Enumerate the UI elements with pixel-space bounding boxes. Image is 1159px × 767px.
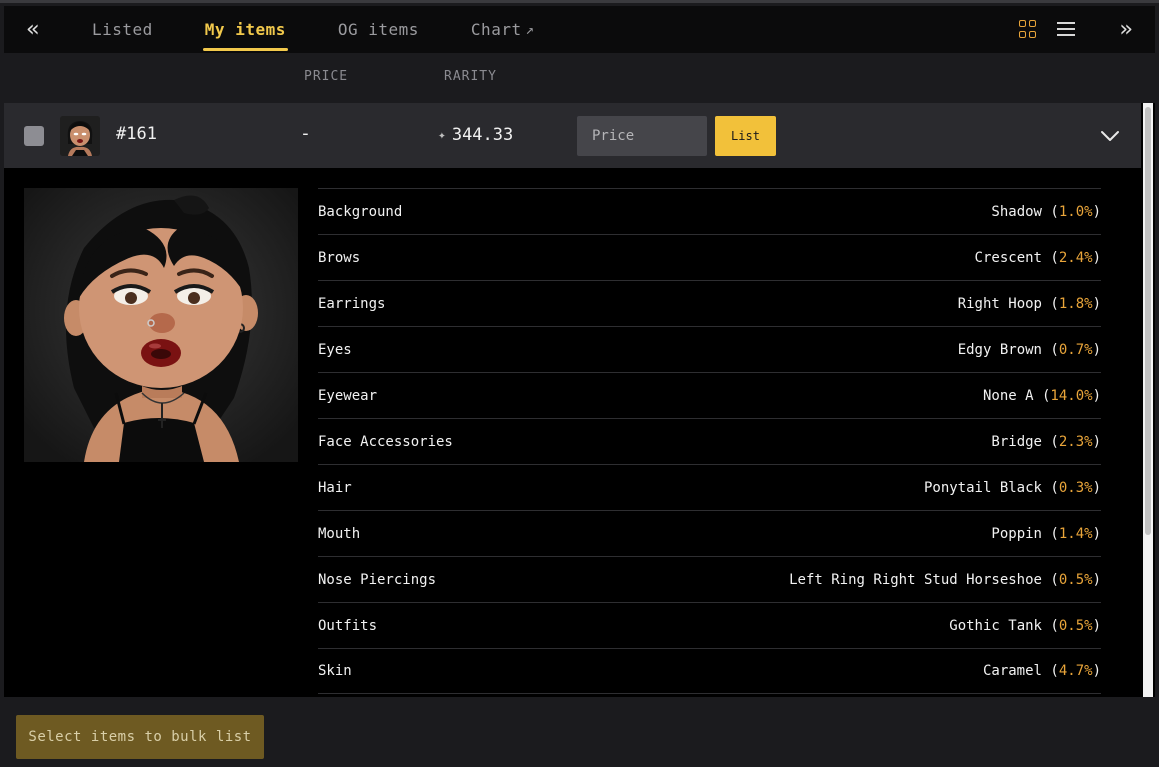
grid-view-icon[interactable] (1019, 20, 1037, 38)
trait-name: Skin (318, 663, 352, 679)
trait-name: Brows (318, 249, 361, 266)
trait-value: Shadow (1.0%) (991, 203, 1101, 220)
trait-percent: 0.5% (1058, 571, 1093, 588)
trait-row: Mouth Poppin (1.4%) (318, 510, 1101, 556)
trait-row: Skin Caramel (4.7%) (318, 648, 1101, 694)
trait-name: Nose Piercings (318, 571, 437, 588)
trait-row: Background Shadow (1.0%) (318, 188, 1101, 234)
chevron-down-icon[interactable] (1097, 123, 1123, 149)
price-input[interactable] (577, 116, 707, 156)
trait-name: Hair (318, 479, 352, 496)
collapse-panel-icon[interactable]: « (18, 6, 48, 53)
trait-name: Mouth (318, 525, 361, 542)
price-column-header[interactable]: PRICE (304, 69, 348, 84)
trait-row: Brows Crescent (2.4%) (318, 234, 1101, 280)
item-id: #161 (116, 124, 157, 144)
trait-name: Eyes (318, 341, 352, 358)
item-row[interactable]: #161 - ✦ 344.33 List (4, 103, 1141, 168)
trait-value: Crescent (2.4%) (974, 249, 1101, 266)
item-details: Background Shadow (1.0%) Brows Crescent (2… (4, 168, 1141, 697)
trait-value: Edgy Brown (0.7%) (957, 341, 1101, 358)
trait-row: Face Accessories Bridge (2.3%) (318, 418, 1101, 464)
trait-value-text: Crescent (974, 249, 1042, 266)
trait-row: Hair Ponytail Black (0.3%) (318, 464, 1101, 510)
tab-label: OG items (337, 20, 419, 39)
trait-row: Outfits Gothic Tank (0.5%) (318, 602, 1101, 648)
rarity-column-header[interactable]: RARITY (444, 69, 497, 84)
list-view-icon[interactable] (1057, 21, 1075, 37)
trait-percent: 2.4% (1058, 249, 1093, 266)
footer-bar: Select items to bulk list (0, 697, 1159, 767)
tab-og-items[interactable]: OG items (336, 6, 421, 53)
trait-percent: 1.0% (1058, 203, 1093, 220)
trait-value-text: Shadow (991, 203, 1042, 220)
trait-value: Bridge (2.3%) (991, 433, 1101, 450)
top-nav: « Listed My items OG items Chart ↗ » (4, 6, 1155, 53)
column-header: PRICE RARITY (4, 53, 1155, 103)
trait-percent: 14.0% (1050, 387, 1093, 404)
trait-value-text: Gothic Tank (949, 617, 1042, 634)
trait-name: Background (318, 203, 403, 220)
app-frame: « Listed My items OG items Chart ↗ » PRIC… (0, 0, 1159, 767)
item-thumbnail (60, 116, 100, 156)
external-link-icon: ↗ (525, 21, 535, 38)
trait-value-text: Edgy Brown (957, 341, 1042, 358)
trait-percent: 0.7% (1058, 341, 1093, 358)
tab-bar: Listed My items OG items Chart ↗ (90, 6, 585, 53)
trait-percent: 1.8% (1058, 295, 1093, 312)
trait-value-text: Poppin (991, 525, 1042, 542)
item-image (24, 188, 298, 462)
scrollbar-thumb[interactable] (1145, 107, 1151, 535)
trait-row: Eyewear None A (14.0%) (318, 372, 1101, 418)
trait-percent: 0.5% (1058, 617, 1093, 634)
trait-name: Face Accessories (318, 433, 453, 450)
tab-listed[interactable]: Listed (90, 6, 155, 53)
tab-label: My items (204, 20, 286, 39)
trait-value: None A (14.0%) (982, 387, 1101, 404)
trait-value-text: Caramel (982, 663, 1042, 679)
trait-value: Right Hoop (1.8%) (957, 295, 1101, 312)
trait-value: Ponytail Black (0.3%) (923, 479, 1101, 496)
expand-panel-icon[interactable]: » (1111, 6, 1141, 53)
trait-value-text: Ponytail Black (923, 479, 1042, 496)
trait-value: Poppin (1.4%) (991, 525, 1101, 542)
tab-label: Chart (470, 20, 522, 39)
trait-percent: 2.3% (1058, 433, 1093, 450)
bulk-list-button[interactable]: Select items to bulk list (16, 715, 264, 759)
trait-list: Background Shadow (1.0%) Brows Crescent (2… (318, 188, 1101, 694)
list-button[interactable]: List (715, 116, 776, 156)
trait-row: Eyes Edgy Brown (0.7%) (318, 326, 1101, 372)
trait-value-text: Bridge (991, 433, 1042, 450)
trait-percent: 4.7% (1058, 663, 1093, 679)
trait-percent: 1.4% (1058, 525, 1093, 542)
scrollbar[interactable] (1143, 103, 1153, 697)
trait-name: Outfits (318, 617, 378, 634)
trait-name: Eyewear (318, 387, 378, 404)
item-checkbox[interactable] (24, 126, 44, 146)
tab-my-items[interactable]: My items (202, 6, 288, 53)
trait-value: Gothic Tank (0.5%) (949, 617, 1101, 634)
tab-label: Listed (92, 20, 153, 39)
trait-name: Earrings (318, 295, 386, 312)
item-price: - (300, 123, 311, 144)
trait-row: Nose Piercings Left Ring Right Stud Horse… (318, 556, 1101, 602)
trait-value-text: Left Ring Right Stud Horseshoe (789, 571, 1042, 588)
trait-percent: 0.3% (1058, 479, 1093, 496)
tab-chart[interactable]: Chart ↗ (469, 6, 537, 53)
trait-value-text: Right Hoop (957, 295, 1042, 312)
items-list: #161 - ✦ 344.33 List (4, 103, 1155, 697)
trait-value: Caramel (4.7%) (982, 663, 1101, 679)
rarity-value: 344.33 (451, 125, 514, 145)
trait-row: Earrings Right Hoop (1.8%) (318, 280, 1101, 326)
trait-value-text: None A (982, 387, 1034, 404)
item-rarity: ✦ 344.33 (438, 125, 513, 145)
sparkle-icon: ✦ (438, 127, 446, 143)
trait-value: Left Ring Right Stud Horseshoe (0.5%) (789, 571, 1101, 588)
